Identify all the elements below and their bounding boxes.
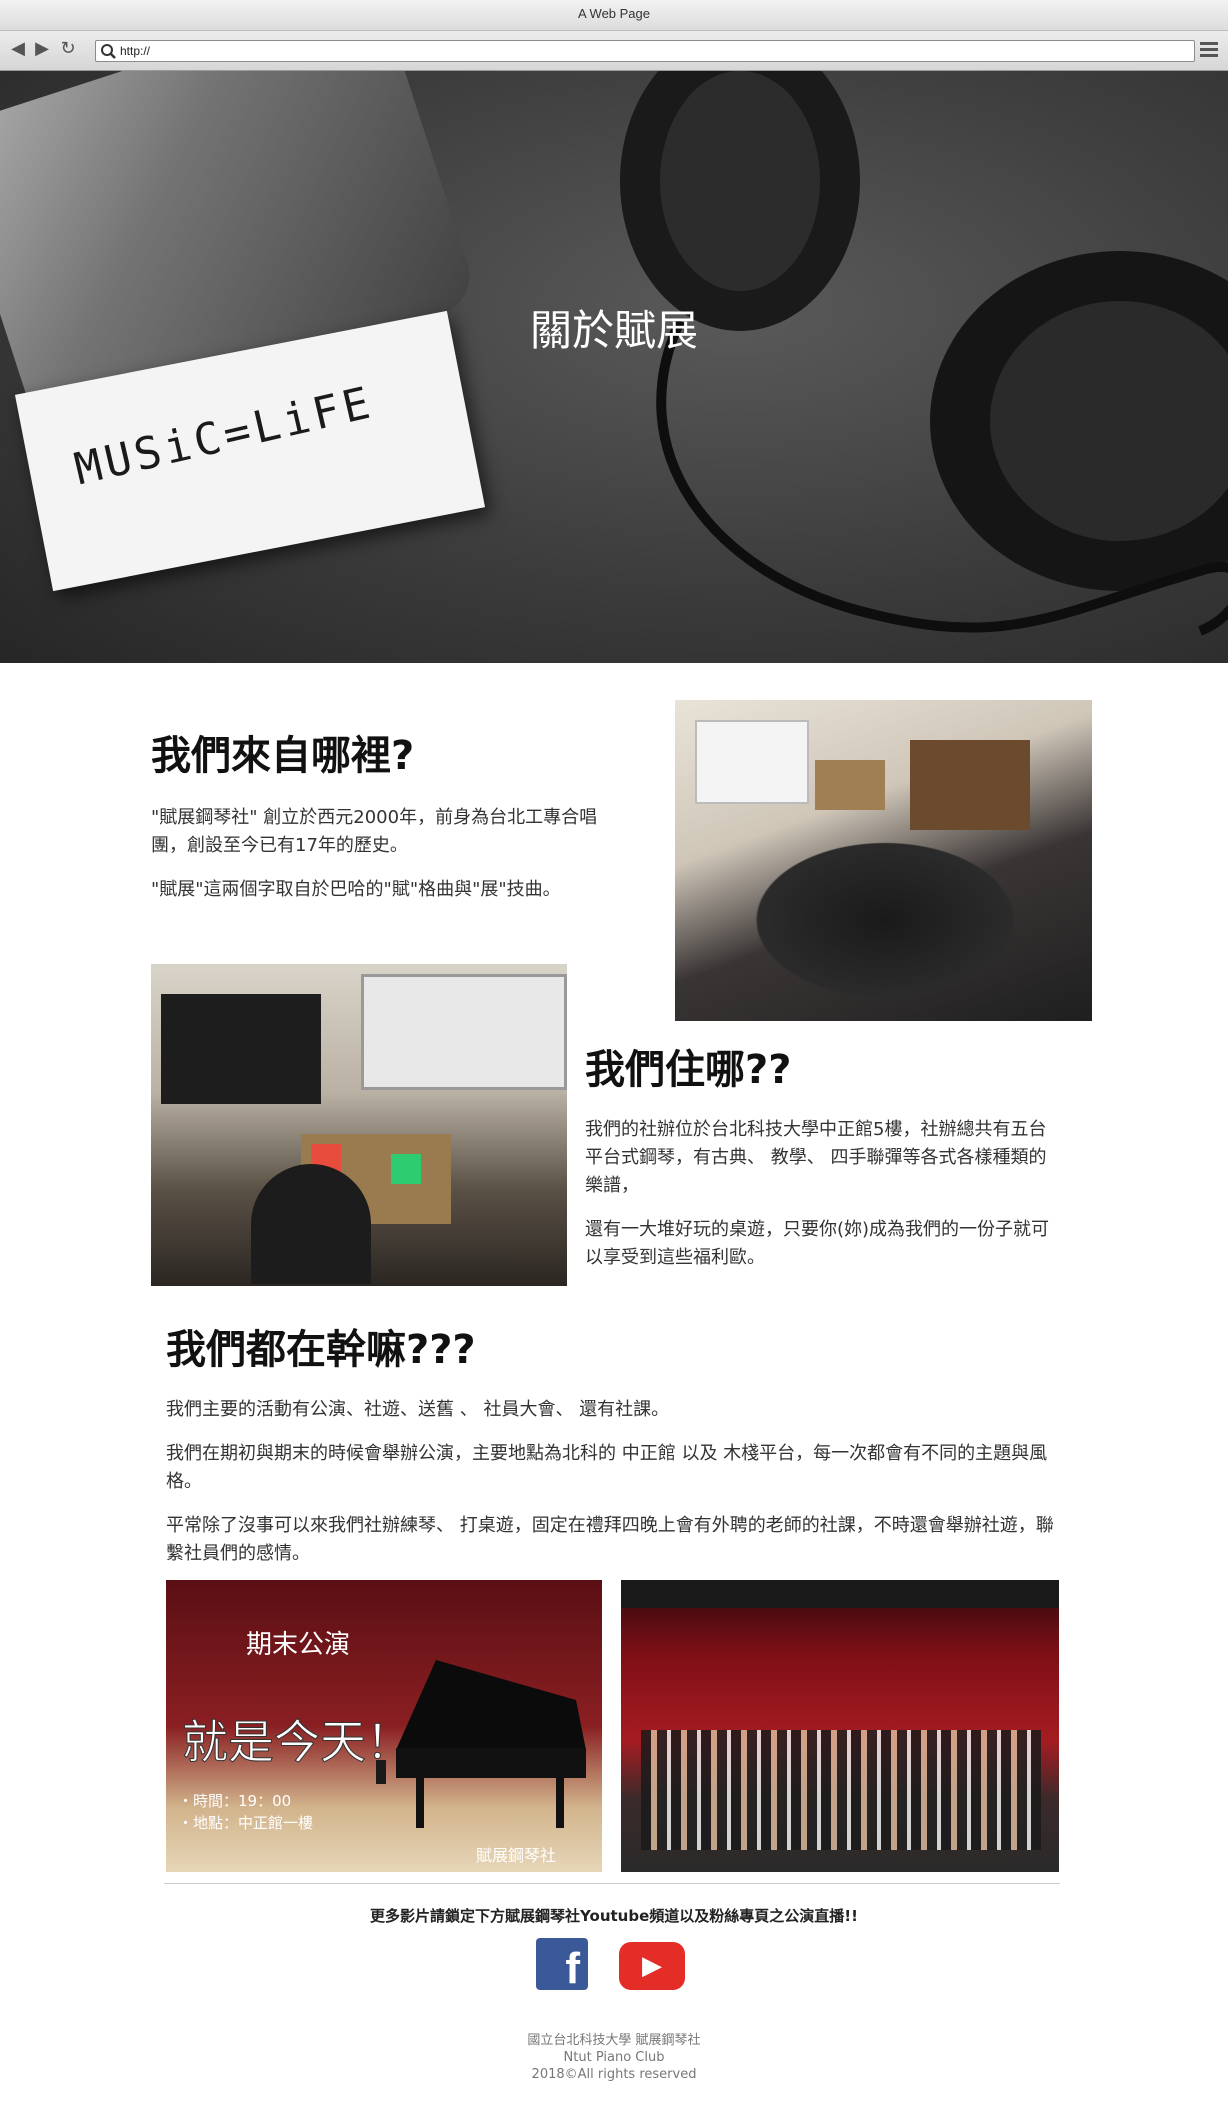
- section-paragraph: 我們在期初與期末的時候會舉辦公演，主要地點為北科的 中正館 以及 木棧平台，每一…: [166, 1443, 1048, 1492]
- window-title: A Web Page: [0, 0, 1228, 31]
- grand-piano-image: [376, 1660, 586, 1828]
- poster-title: 期末公演: [246, 1630, 351, 1660]
- concert-poster-photo: 期末公演 就是今天！ ・時間：19：00 ・地點：中正館一樓 賦展鋼琴社: [166, 1580, 602, 1872]
- group-photo: [621, 1580, 1059, 1872]
- board-games-photo: [151, 964, 567, 1286]
- section-paragraph: 我們的社辦位於台北科技大學中正館5樓，社辦總共有五台平台式鋼琴，有古典、 教學、…: [585, 1119, 1047, 1196]
- section-where-live: 我們住哪?? 我們的社辦位於台北科技大學中正館5樓，社辦總共有五台平台式鋼琴，有…: [585, 1042, 1060, 1272]
- hero-banner: MUSiC=LiFE 關於賦展: [0, 71, 1228, 663]
- site-footer: 國立台北科技大學 賦展鋼琴社 Ntut Piano Club 2018©All …: [0, 2032, 1228, 2083]
- footer-school: 國立台北科技大學 賦展鋼琴社: [527, 2033, 701, 2048]
- footer-club-name: Ntut Piano Club: [563, 2050, 665, 2065]
- section-paragraph: "賦展鋼琴社" 創立於西元2000年，前身為台北工專合唱團，創設至今已有17年的…: [151, 807, 598, 856]
- poster-time: ・時間：19：00: [178, 1792, 292, 1810]
- video-cta-text: 更多影片請鎖定下方賦展鋼琴社Youtube頻道以及粉絲專頁之公演直播!!: [370, 1907, 858, 1925]
- page-title: 關於賦展: [529, 306, 698, 355]
- section-where-from: 我們來自哪裡? "賦展鋼琴社" 創立於西元2000年，前身為台北工專合唱團，創設…: [151, 728, 611, 904]
- headphones-image: [620, 71, 1228, 636]
- section-divider: [164, 1883, 1060, 1884]
- section-paragraph: 我們主要的活動有公演、社遊、送舊 、 社員大會、 還有社課。: [166, 1399, 670, 1420]
- section-heading: 我們住哪??: [585, 1047, 792, 1093]
- poster-signature: 賦展鋼琴社: [476, 1846, 557, 1865]
- poster-place: ・地點：中正館一樓: [178, 1814, 314, 1832]
- youtube-icon[interactable]: ▶: [619, 1942, 685, 1990]
- section-heading: 我們來自哪裡?: [151, 733, 415, 779]
- browser-toolbar: ◀ ▶ ↻ http://: [0, 31, 1228, 70]
- facebook-icon[interactable]: f: [536, 1938, 588, 1990]
- club-meeting-photo: [675, 700, 1092, 1021]
- card-text: MUSiC=LiFE: [69, 377, 379, 496]
- forward-arrow-icon[interactable]: ▶: [32, 39, 52, 59]
- section-what-do: 我們都在幹嘛??? 我們主要的活動有公演、社遊、送舊 、 社員大會、 還有社課。…: [166, 1322, 1066, 1568]
- footer-copyright: 2018©All rights reserved: [531, 2067, 697, 2082]
- address-bar[interactable]: http://: [95, 40, 1195, 62]
- section-paragraph: "賦展"這兩個字取自於巴哈的"賦"格曲與"展"技曲。: [151, 879, 561, 900]
- section-paragraph: 還有一大堆好玩的桌遊，只要你(妳)成為我們的一份子就可以享受到這些福利歐。: [585, 1219, 1050, 1268]
- back-arrow-icon[interactable]: ◀: [8, 39, 28, 59]
- browser-chrome: A Web Page ◀ ▶ ↻ http://: [0, 0, 1228, 71]
- hamburger-menu-icon[interactable]: [1200, 42, 1218, 58]
- section-heading: 我們都在幹嘛???: [166, 1327, 476, 1373]
- search-icon: [101, 44, 116, 59]
- reload-icon[interactable]: ↻: [58, 39, 78, 59]
- section-paragraph: 平常除了沒事可以來我們社辦練琴、 打桌遊，固定在禮拜四晚上會有外聘的老師的社課，…: [166, 1515, 1054, 1564]
- url-text: http://: [120, 44, 151, 58]
